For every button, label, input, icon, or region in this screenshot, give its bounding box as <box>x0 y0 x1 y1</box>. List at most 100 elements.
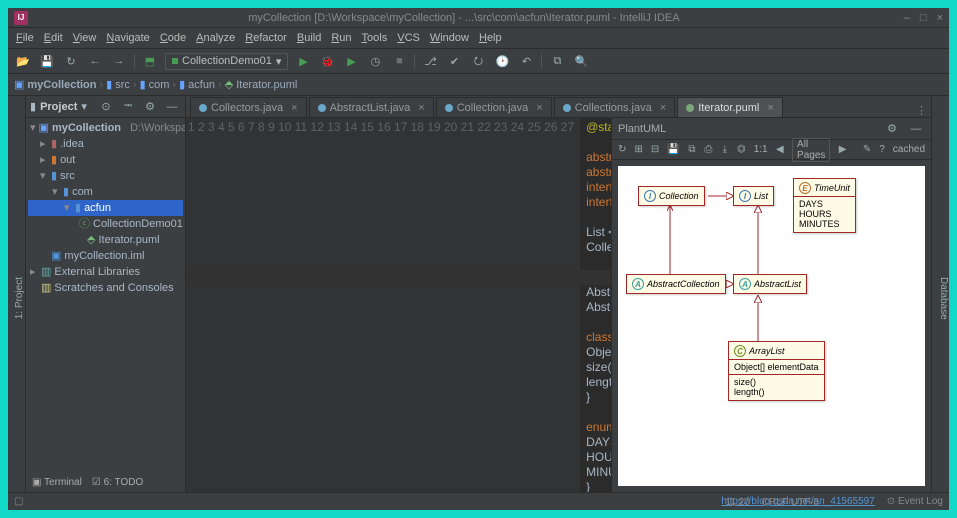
bottom-tab-todo[interactable]: ☑ 6: TODO <box>92 477 143 488</box>
wand-icon[interactable]: ✎ <box>863 141 871 159</box>
debug-button[interactable]: 🐞 <box>318 52 336 70</box>
next-page-icon[interactable]: ▶ <box>838 141 846 159</box>
collapse-all-icon[interactable]: ⭲ <box>119 98 137 116</box>
structure-icon[interactable]: ⧉ <box>548 52 566 70</box>
menu-build[interactable]: Build <box>297 32 321 44</box>
refresh-icon[interactable]: ↻ <box>618 141 626 159</box>
status-hide-icon[interactable]: ▢ <box>14 496 23 507</box>
refresh-icon[interactable]: ↻ <box>62 52 80 70</box>
search-icon[interactable]: 🔍 <box>572 52 590 70</box>
coverage-button[interactable]: ▶ <box>342 52 360 70</box>
build-icon[interactable]: ⬒ <box>141 52 159 70</box>
line-gutter: 1 2 3 4 5 6 7 8 9 10 11 12 13 14 15 16 1… <box>186 118 580 492</box>
history-icon[interactable]: 🕑 <box>493 52 511 70</box>
menu-run[interactable]: Run <box>331 32 351 44</box>
editor-tab[interactable]: Collections.java× <box>554 97 675 117</box>
tree-com[interactable]: ▾▮com <box>28 184 183 200</box>
open-icon[interactable]: 📂 <box>14 52 32 70</box>
status-event-log[interactable]: ⊙ Event Log <box>887 496 943 507</box>
status-encoding[interactable]: CRLF UTF-8 <box>762 497 819 508</box>
close-button[interactable]: × <box>937 12 943 24</box>
bottom-tab-terminal[interactable]: ▣ Terminal <box>32 477 82 488</box>
zoom-in-icon[interactable]: ⊞ <box>634 141 642 159</box>
gear-icon[interactable]: ⚙ <box>141 98 159 116</box>
chevron-down-icon[interactable]: ▾ <box>81 100 87 113</box>
tree-acfun[interactable]: ▾▮acfun <box>28 200 183 216</box>
breadcrumb-src[interactable]: ▮src <box>106 78 130 91</box>
profile-button[interactable]: ◷ <box>366 52 384 70</box>
forward-icon[interactable]: → <box>110 52 128 70</box>
breadcrumb-file[interactable]: ⬘Iterator.puml <box>225 78 298 91</box>
editor-tab[interactable]: Iterator.puml× <box>677 97 783 117</box>
tree-external[interactable]: ▸▥External Libraries <box>28 264 183 280</box>
tree-out[interactable]: ▸▮out <box>28 152 183 168</box>
close-tab-icon[interactable]: × <box>660 102 666 114</box>
menu-view[interactable]: View <box>73 32 97 44</box>
vcs-icon[interactable]: ⎇ <box>421 52 439 70</box>
tree-iml[interactable]: ▣myCollection.iml <box>28 248 183 264</box>
sidebar-tab-database[interactable]: Database <box>938 277 949 320</box>
menu-window[interactable]: Window <box>430 32 469 44</box>
close-tab-icon[interactable]: × <box>291 102 297 114</box>
breadcrumb-com[interactable]: ▮com <box>140 78 170 91</box>
hide-icon[interactable]: — <box>907 120 925 138</box>
plantuml-tab[interactable]: PlantUML <box>618 123 666 135</box>
minimize-button[interactable]: – <box>904 12 910 24</box>
save-icon[interactable]: 💾 <box>38 52 56 70</box>
editor-tab[interactable]: Collection.java× <box>436 97 552 117</box>
tree-idea[interactable]: ▸▮.idea <box>28 136 183 152</box>
run-config-icon <box>172 58 178 64</box>
code-content[interactable]: @startuml abstract class AbstractList ab… <box>580 118 611 492</box>
back-icon[interactable]: ← <box>86 52 104 70</box>
gear-icon[interactable]: ⚙ <box>883 120 901 138</box>
sidebar-tab-project[interactable]: 1: Project <box>14 277 25 319</box>
uml-timeunit: TimeUnit <box>814 183 850 193</box>
zoom-reset-icon[interactable]: ⊟ <box>651 141 659 159</box>
close-tab-icon[interactable]: × <box>536 102 542 114</box>
tree-root[interactable]: ▾▣myCollection D:\Workspace\myColle <box>28 120 183 136</box>
tree-iter[interactable]: ⬘Iterator.puml <box>28 232 183 248</box>
run-config-label: CollectionDemo01 <box>182 55 272 67</box>
run-config-selector[interactable]: CollectionDemo01 ▾ <box>165 53 288 70</box>
prev-page-icon[interactable]: ◀ <box>776 141 784 159</box>
menu-analyze[interactable]: Analyze <box>196 32 235 44</box>
hide-icon[interactable]: — <box>163 98 181 116</box>
run-button[interactable]: ▶ <box>294 52 312 70</box>
copy-icon[interactable]: ⧉ <box>688 141 696 159</box>
folder-icon: ▮ <box>140 78 146 91</box>
breadcrumb-acfun[interactable]: ▮acfun <box>179 78 215 91</box>
save-icon[interactable]: 💾 <box>667 141 679 159</box>
project-view-icon: ▮ <box>30 100 36 113</box>
print-icon[interactable]: ⎙ <box>704 141 712 159</box>
menu-refactor[interactable]: Refactor <box>245 32 287 44</box>
breadcrumb-root[interactable]: ▣myCollection <box>14 78 96 91</box>
scroll-from-source-icon[interactable]: ⊙ <box>97 98 115 116</box>
editor-tabs: Collectors.java×AbstractList.java×Collec… <box>186 96 931 118</box>
settings-icon[interactable]: ⏣ <box>737 141 746 159</box>
editor-tab[interactable]: AbstractList.java× <box>309 97 434 117</box>
editor-tab[interactable]: Collectors.java× <box>190 97 307 117</box>
export-icon[interactable]: ⤓ <box>721 141 729 159</box>
menu-code[interactable]: Code <box>160 32 186 44</box>
tree-demo[interactable]: ⓒCollectionDemo01 <box>28 216 183 232</box>
plantuml-diagram[interactable]: ICollection IList ETimeUnitDAYS HOURS MI… <box>618 166 925 486</box>
revert-icon[interactable]: ↶ <box>517 52 535 70</box>
page-selector[interactable]: All Pages <box>792 138 830 162</box>
commit-icon[interactable]: ✔ <box>445 52 463 70</box>
menu-file[interactable]: File <box>16 32 34 44</box>
close-tab-icon[interactable]: × <box>767 102 773 114</box>
update-icon[interactable]: ⭮ <box>469 52 487 70</box>
menu-vcs[interactable]: VCS <box>397 32 420 44</box>
tree-src[interactable]: ▾▮src <box>28 168 183 184</box>
uml-abstractcollection: AbstractCollection <box>647 279 720 289</box>
menu-edit[interactable]: Edit <box>44 32 63 44</box>
menu-navigate[interactable]: Navigate <box>106 32 149 44</box>
maximize-button[interactable]: □ <box>920 12 927 24</box>
menu-help[interactable]: Help <box>479 32 502 44</box>
help-icon[interactable]: ? <box>879 144 885 155</box>
tree-scratches[interactable]: ▥Scratches and Consoles <box>28 280 183 296</box>
close-tab-icon[interactable]: × <box>418 102 424 114</box>
stop-button[interactable]: ■ <box>390 52 408 70</box>
menu-tools[interactable]: Tools <box>362 32 388 44</box>
editor[interactable]: 1 2 3 4 5 6 7 8 9 10 11 12 13 14 15 16 1… <box>186 118 611 492</box>
